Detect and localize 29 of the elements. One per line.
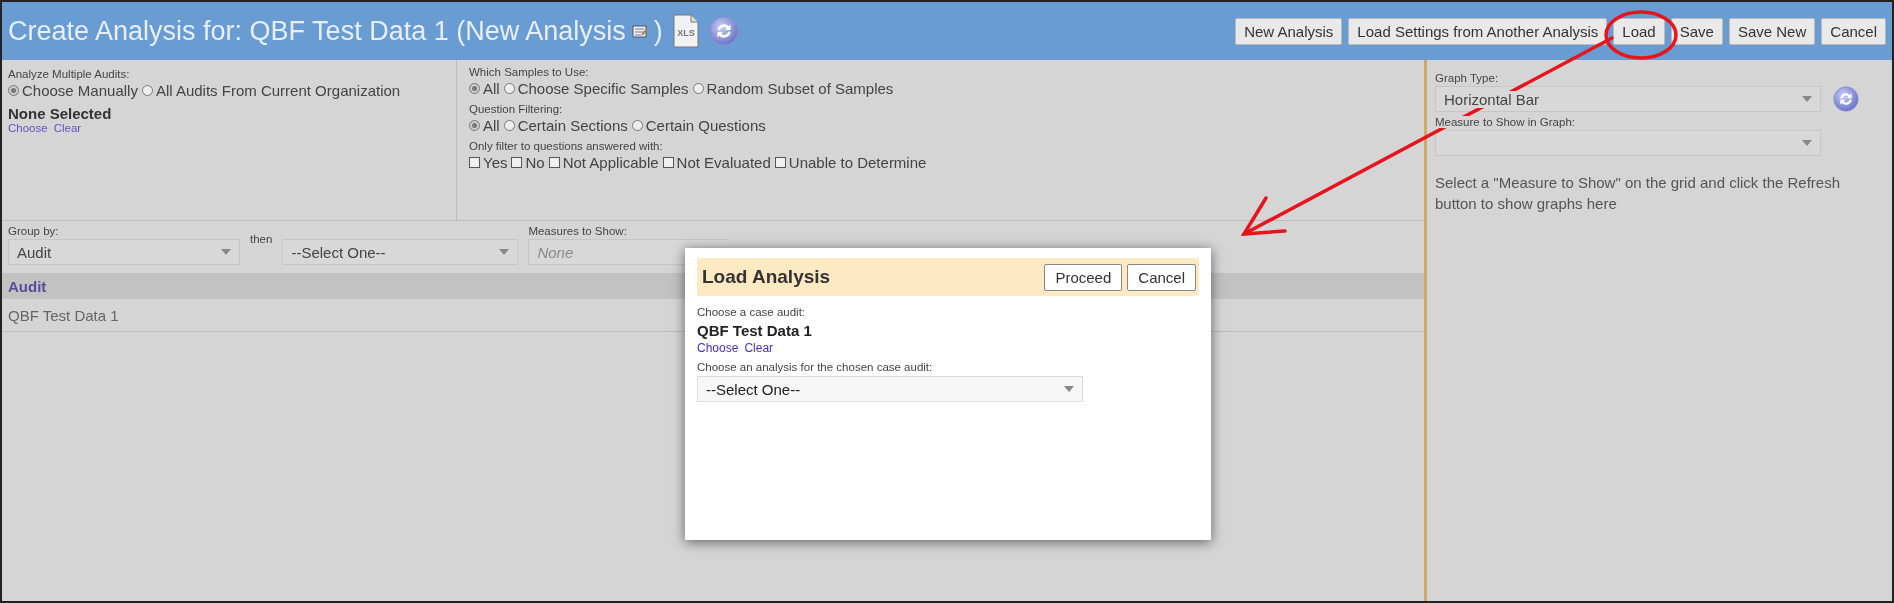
- option-label: All: [483, 80, 500, 97]
- section-label: Question Filtering:: [469, 103, 564, 115]
- field-label: Measures to Show:: [528, 225, 628, 237]
- field-label: Group by:: [8, 225, 60, 237]
- selection-status: None Selected: [8, 105, 113, 122]
- field-label: Choose an analysis for the chosen case audit:: [697, 361, 934, 373]
- section-label: Only filter to questions answered with:: [469, 140, 664, 152]
- option-label: Unable to Determine: [788, 154, 927, 171]
- option-label: Choose Specific Samples: [517, 80, 689, 97]
- then-label: then: [250, 232, 273, 245]
- option-label: No: [525, 154, 545, 171]
- option-label: Not Applicable: [562, 154, 659, 171]
- field-label: Graph Type:: [1435, 72, 1500, 84]
- option-label: Random Subset of Samples: [706, 80, 894, 97]
- field-label: Measure to Show in Graph:: [1435, 116, 1575, 128]
- dialog-title: Load Analysis: [702, 266, 831, 288]
- option-label: Choose Manually: [22, 82, 138, 99]
- field-label: Choose a case audit:: [697, 306, 807, 318]
- option-label: All: [483, 117, 500, 134]
- page-title: Create Analysis for: QBF Test Data 1 (New Analysis: [8, 15, 626, 47]
- hint-text: Select a "Measure to Show" on the grid and click the Refresh button to show graphs here: [1435, 173, 1842, 214]
- option-label: Yes: [483, 154, 508, 171]
- option-label: Not Evaluated: [676, 154, 771, 171]
- section-label: Which Samples to Use:: [469, 66, 590, 78]
- option-label: Certain Questions: [645, 117, 766, 134]
- option-label: Certain Sections: [517, 117, 628, 134]
- option-label: All Audits From Current Organization: [155, 82, 401, 99]
- page-title-end: ): [653, 15, 663, 47]
- section-label: Analyze Multiple Audits:: [8, 68, 131, 80]
